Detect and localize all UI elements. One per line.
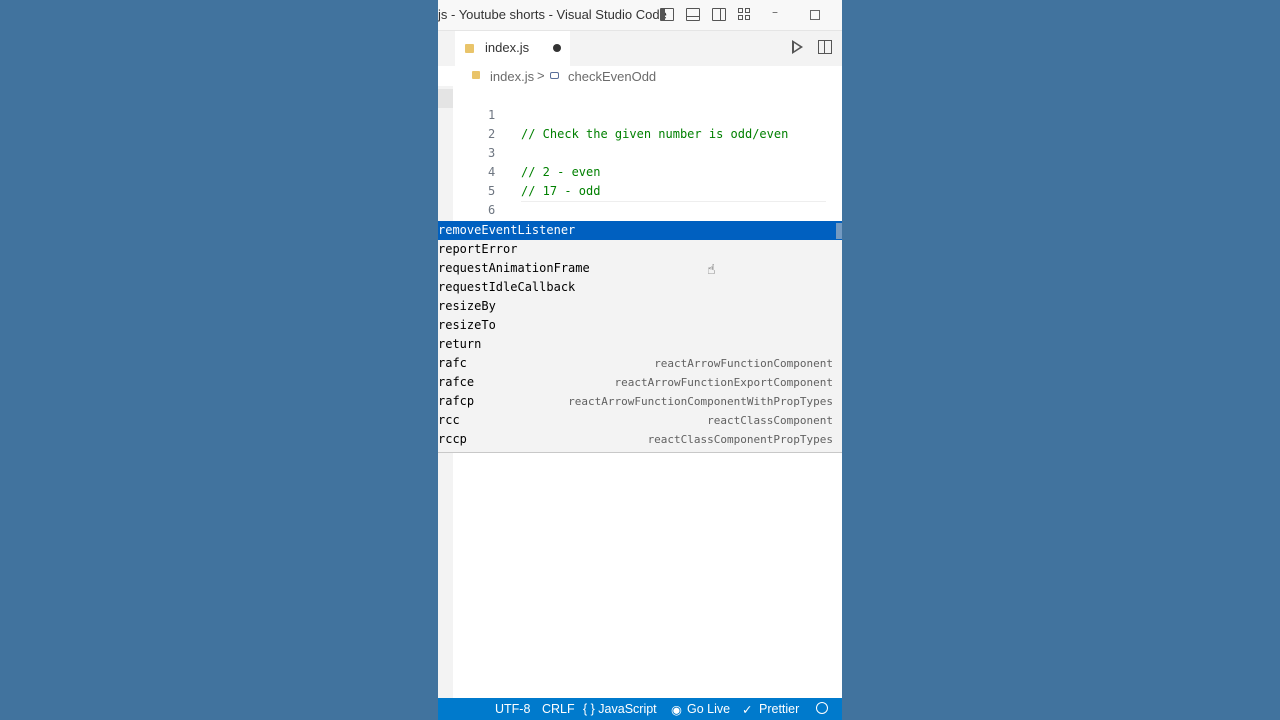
- suggestion-item[interactable]: rafce reactArrowFunctionExportComponent: [438, 373, 842, 392]
- suggestion-detail: reactClassComponent: [707, 414, 833, 427]
- minimize-button[interactable]: –: [772, 5, 778, 19]
- suggestion-detail: reactClassComponentPropTypes: [647, 433, 833, 446]
- suggestion-label: rcc: [438, 413, 460, 427]
- gutter-highlight: [438, 89, 453, 108]
- hand-pointer-icon: ☝: [707, 262, 716, 278]
- tab-label: index.js: [485, 40, 530, 55]
- suggestion-detail: reactArrowFunctionComponent: [654, 357, 833, 370]
- suggestion-item[interactable]: removeEventListener: [438, 221, 842, 240]
- suggestion-item[interactable]: resizeTo: [438, 316, 842, 335]
- maximize-button[interactable]: [810, 10, 820, 20]
- suggestion-label: rafc: [438, 356, 467, 370]
- suggestion-label: rafce: [438, 375, 475, 389]
- broadcast-icon: ◉: [671, 703, 682, 717]
- status-eol[interactable]: CRLF: [542, 702, 575, 716]
- title-bar: js - Youtube shorts - Visual Studio Code…: [438, 0, 842, 31]
- suggestion-item[interactable]: reportError: [438, 240, 842, 259]
- toggle-primary-sidebar-icon[interactable]: [660, 8, 674, 21]
- breadcrumb-separator: >: [537, 68, 545, 83]
- toggle-secondary-sidebar-icon[interactable]: [712, 8, 726, 21]
- toggle-panel-icon[interactable]: [686, 8, 700, 21]
- split-editor-icon[interactable]: [818, 40, 832, 54]
- suggestion-item[interactable]: requestAnimationFrame: [438, 259, 842, 278]
- js-file-icon: [465, 44, 474, 53]
- symbol-variable-icon: [550, 72, 559, 79]
- feedback-icon[interactable]: [816, 702, 828, 714]
- suggestion-label: reportError: [438, 242, 518, 256]
- suggestion-label: resizeBy: [438, 299, 496, 313]
- suggestion-label: resizeTo: [438, 318, 496, 332]
- run-icon[interactable]: [792, 40, 803, 54]
- code-line: 5: [453, 163, 842, 198]
- suggestion-item[interactable]: return: [438, 335, 842, 354]
- code-line: 3 // 2 - even: [453, 125, 842, 179]
- code-line: 7 r: [453, 201, 842, 256]
- unsaved-dot-icon[interactable]: [553, 44, 561, 52]
- status-bar: UTF-8 CRLF { } JavaScript ◉ Go Live ✓ Pr…: [438, 698, 842, 720]
- tab-bar: index.js: [438, 31, 842, 66]
- status-language[interactable]: { } JavaScript: [583, 702, 657, 716]
- code-line: 6 const checkEvenOdd = (num => {: [453, 182, 842, 237]
- breadcrumb-symbol[interactable]: checkEvenOdd: [568, 69, 656, 84]
- breadcrumb: index.js > checkEvenOdd: [438, 66, 842, 86]
- code-line: 1 // Check the given number is odd/even: [453, 87, 842, 141]
- code-line: 2: [453, 106, 842, 141]
- suggest-widget: removeEventListener reportError requestA…: [438, 221, 842, 453]
- vscode-window: js - Youtube shorts - Visual Studio Code…: [438, 0, 842, 720]
- customize-layout-icon[interactable]: [738, 8, 752, 21]
- breadcrumb-file[interactable]: index.js: [490, 69, 534, 84]
- tab-index-js[interactable]: index.js: [455, 31, 570, 66]
- suggestion-label: rafcp: [438, 394, 475, 408]
- status-encoding[interactable]: UTF-8: [495, 702, 530, 716]
- suggestion-item[interactable]: requestIdleCallback: [438, 278, 842, 297]
- suggestion-label: return: [438, 337, 482, 351]
- suggestion-label: rccp: [438, 432, 467, 446]
- suggestion-label: requestAnimationFrame: [438, 261, 590, 275]
- suggestion-item[interactable]: rccp reactClassComponentPropTypes: [438, 430, 842, 449]
- suggestion-detail: reactArrowFunctionComponentWithPropTypes: [568, 395, 833, 408]
- suggestion-detail: reactArrowFunctionExportComponent: [614, 376, 833, 389]
- suggestion-item[interactable]: rafc reactArrowFunctionComponent: [438, 354, 842, 373]
- window-title: js - Youtube shorts - Visual Studio Code: [438, 7, 667, 22]
- js-file-icon: [472, 71, 480, 79]
- status-prettier[interactable]: Prettier: [759, 702, 799, 716]
- suggestion-item[interactable]: rafcp reactArrowFunctionComponentWithPro…: [438, 392, 842, 411]
- status-go-live[interactable]: Go Live: [687, 702, 730, 716]
- code-line: 4 // 17 - odd: [453, 144, 842, 198]
- suggestion-item[interactable]: resizeBy: [438, 297, 842, 316]
- suggestion-item[interactable]: rcc reactClassComponent: [438, 411, 842, 430]
- suggestion-label: removeEventListener: [438, 223, 576, 237]
- check-icon: ✓: [742, 703, 753, 717]
- suggestion-label: requestIdleCallback: [438, 280, 576, 294]
- suggest-scrollbar[interactable]: [836, 223, 842, 239]
